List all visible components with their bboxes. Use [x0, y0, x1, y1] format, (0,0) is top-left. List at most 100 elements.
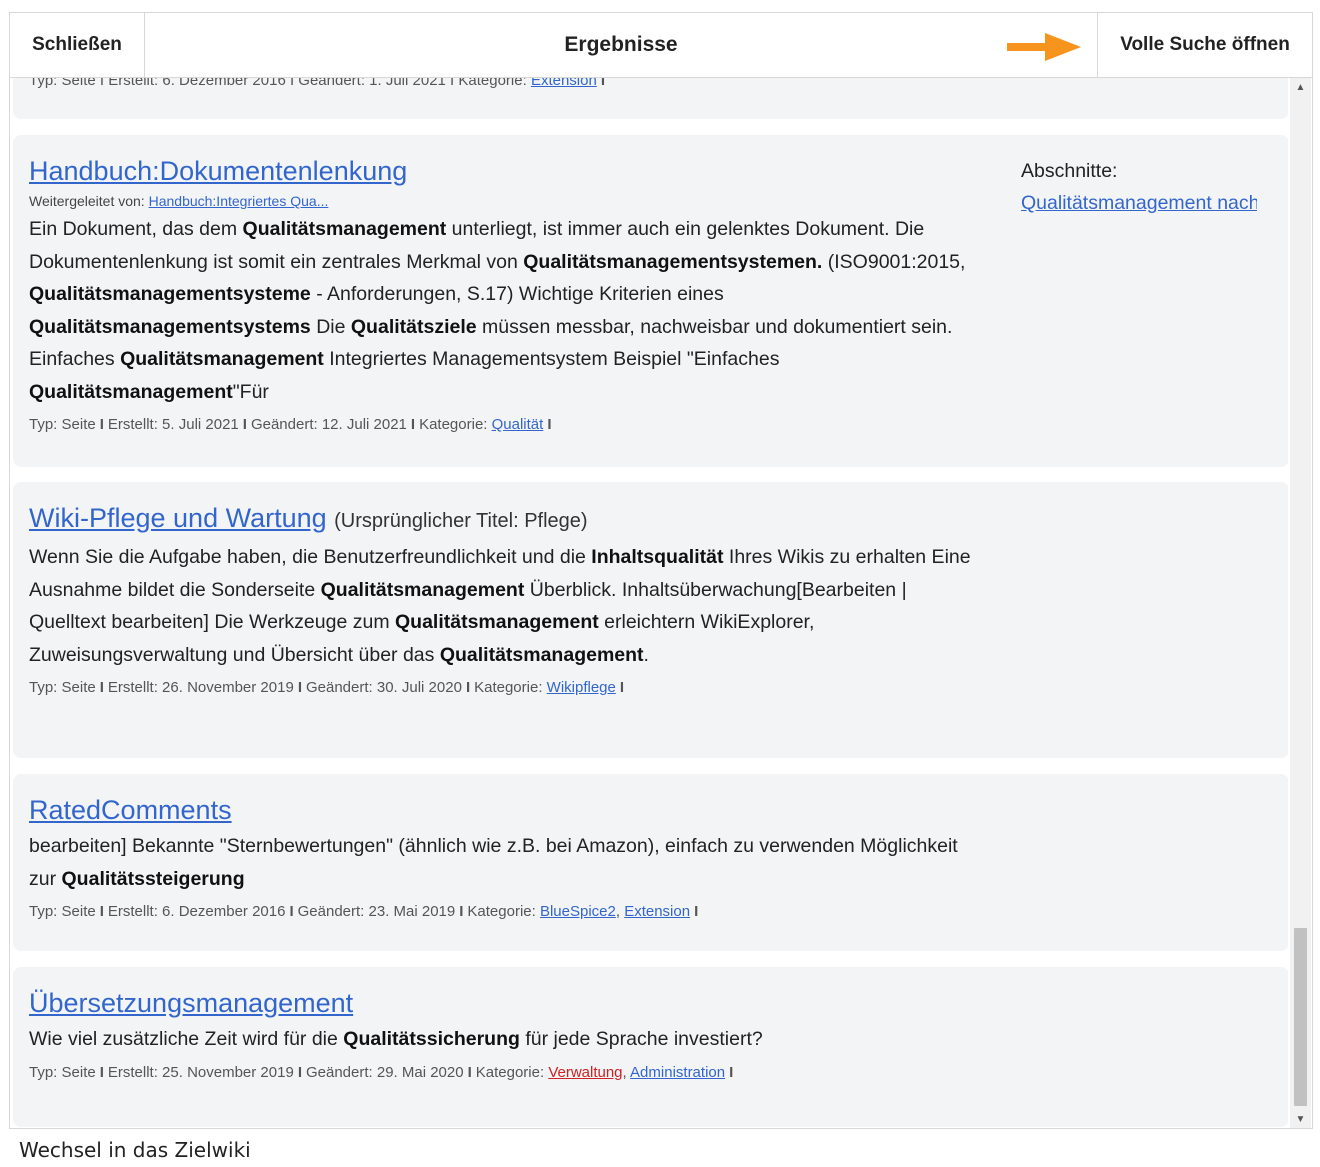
meta-changed: Geändert: 23. Mai 2019	[297, 903, 456, 920]
meta-separator: I	[242, 416, 247, 433]
result-snippet: bearbeiten] Bekannte "Sternbewertungen" …	[29, 830, 974, 895]
meta-changed: Geändert: 12. Juli 2021	[250, 416, 407, 433]
meta-separator: I	[99, 416, 104, 433]
result-card-content: Wiki-Pflege und Wartung (Ursprünglicher …	[13, 482, 1288, 696]
snippet-text: (ISO9001:2015,	[822, 250, 966, 273]
result-card-content: Übersetzungsmanagement Wie viel zusätzlic…	[13, 967, 1288, 1081]
category-link[interactable]: Qualität	[492, 416, 544, 433]
open-full-search-button[interactable]: Volle Suche öffnen	[1097, 13, 1312, 77]
meta-type: Typ: Seite	[29, 416, 96, 433]
meta-changed: Geändert: 30. Juli 2020	[305, 679, 462, 696]
meta-separator: I	[459, 903, 464, 920]
redirect-label: Weitergeleitet von:	[29, 193, 149, 209]
meta-type: Typ: Seite	[29, 679, 96, 696]
search-results-dialog: Schließen Ergebnisse Volle Suche öffnen …	[9, 12, 1313, 1129]
snippet-highlight: Qualitätsmanagementsystemen.	[523, 250, 823, 273]
section-link[interactable]: Qualitätsmanagement nach ISO 9001	[1021, 192, 1257, 214]
result-card: Wiki-Pflege und Wartung (Ursprünglicher …	[13, 482, 1288, 758]
result-card: RatedComments bearbeiten] Bekannte "Stern…	[13, 774, 1288, 951]
dialog-title: Ergebnisse	[145, 13, 1097, 77]
snippet-highlight: Qualitätssteigerung	[61, 867, 245, 890]
meta-separator: I	[729, 1063, 734, 1081]
meta-category_label: Kategorie:	[467, 903, 540, 920]
snippet-highlight: Qualitätsmanagementsystems	[29, 315, 311, 338]
snippet-text: Die	[310, 315, 351, 338]
results-list[interactable]: Typ: Seite I Erstellt: 6. Dezember 2016 …	[10, 78, 1288, 1128]
result-title-link[interactable]: Handbuch:Dokumentenlenkung	[29, 156, 407, 186]
category-link[interactable]: Verwaltung	[548, 1064, 622, 1081]
result-snippet: Wenn Sie die Aufgabe haben, die Benutzer…	[29, 541, 974, 671]
meta-separator: I	[694, 903, 699, 920]
result-title-link[interactable]: RatedComments	[29, 795, 232, 825]
snippet-highlight: Qualitätsmanagement	[29, 380, 233, 403]
snippet-highlight: Inhaltsqualität	[591, 546, 724, 568]
snippet-text: "Für	[232, 380, 269, 403]
snippet-text: Wie viel zusätzliche Zeit wird für die	[29, 1028, 344, 1050]
meta-type: Typ: Seite	[29, 1063, 96, 1081]
meta-created: Erstellt: 5. Juli 2021	[107, 416, 239, 433]
category-link[interactable]: BlueSpice2	[540, 903, 616, 920]
snippet-highlight: Qualitätsmanagement	[242, 218, 447, 240]
close-button[interactable]: Schließen	[10, 13, 145, 77]
meta-category_label: Kategorie:	[475, 1063, 549, 1081]
meta-separator: I	[465, 679, 471, 696]
result-card: Handbuch:Dokumentenlenkung Weitergeleitet…	[13, 135, 1288, 467]
meta-separator: I	[289, 903, 294, 920]
meta-separator: I	[467, 1063, 472, 1081]
redirect-link[interactable]: Handbuch:Integriertes Qua...	[149, 193, 329, 209]
category-link[interactable]: Administration	[630, 1064, 725, 1081]
sections-label: Abschnitte:	[1021, 160, 1118, 182]
meta-created: Erstellt: 26. November 2019	[107, 679, 294, 696]
original-title: (Ursprünglicher Titel: Pflege)	[334, 510, 588, 532]
snippet-text: Wenn Sie die Aufgabe haben, die Benutzer…	[29, 546, 592, 568]
meta-separator: I	[99, 903, 104, 920]
scrollbar-thumb[interactable]	[1294, 928, 1307, 1106]
meta-category_label: Kategorie:	[474, 679, 547, 696]
result-title-line: Wiki-Pflege und Wartung (Ursprünglicher …	[29, 502, 1273, 537]
meta-separator: I	[410, 416, 416, 433]
result-card: Übersetzungsmanagement Wie viel zusätzlic…	[13, 967, 1288, 1127]
result-title-line: RatedComments	[29, 794, 1273, 826]
result-meta: Typ: Seite I Erstellt: 25. November 2019 I G…	[29, 1063, 734, 1081]
result-meta: Typ: Seite I Erstellt: 5. Juli 2021 I Geände…	[29, 416, 1273, 433]
snippet-text: Integriertes Managementsystem Beispiel "…	[323, 348, 780, 370]
snippet-text: für jede Sprache investiert?	[519, 1028, 763, 1050]
meta-changed: Geändert: 29. Mai 2020	[305, 1063, 464, 1081]
snippet-highlight: Qualitätsmanagement	[439, 643, 644, 666]
snippet-text: .	[643, 643, 649, 666]
category-link[interactable]: Extension	[624, 903, 690, 920]
dialog-header: Schließen Ergebnisse Volle Suche öffnen	[10, 13, 1312, 78]
result-meta-partial: Typ: Seite I Erstellt: 6. Dezember 2016 …	[29, 78, 609, 89]
snippet-highlight: Qualitätsmanagement	[320, 578, 525, 601]
meta-separator: I	[297, 679, 302, 696]
result-meta: Typ: Seite I Erstellt: 26. November 2019 I G…	[29, 679, 1273, 696]
meta-text: Typ: Seite I Erstellt: 6. Dezember 2016 …	[29, 78, 531, 89]
dialog-title-text: Ergebnisse	[564, 33, 678, 56]
meta-separator: I	[99, 1063, 104, 1081]
snippet-text: - Anforderungen, S.17) Wichtige Kriterie…	[310, 283, 724, 305]
meta-separator: I	[99, 679, 104, 696]
scroll-down-icon[interactable]: ▼	[1290, 1110, 1311, 1128]
meta-separator: I	[297, 1063, 302, 1081]
meta-separator: I	[600, 78, 605, 89]
result-title-link[interactable]: Übersetzungsmanagement	[29, 988, 353, 1018]
caption: Wechsel in das Zielwiki	[19, 1138, 251, 1162]
category-link[interactable]: Wikipflege	[547, 679, 616, 696]
sections-panel: Abschnitte: Qualitätsmanagement nach ISO …	[1021, 155, 1257, 219]
result-snippet: Ein Dokument, das dem Qualitätsmanagemen…	[29, 213, 974, 408]
snippet-highlight: Qualitätsziele	[350, 315, 477, 338]
result-card-partial: Typ: Seite I Erstellt: 6. Dezember 2016 …	[13, 78, 1288, 119]
result-meta: Typ: Seite I Erstellt: 6. Dezember 2016 I Ge…	[29, 903, 699, 920]
meta-type: Typ: Seite	[29, 903, 96, 920]
category-link[interactable]: Extension	[531, 78, 597, 89]
meta-created: Erstellt: 25. November 2019	[107, 1063, 294, 1081]
arrow-right-icon	[1007, 33, 1081, 61]
scrollbar[interactable]: ▲ ▼	[1290, 78, 1311, 1128]
snippet-highlight: Qualitätssicherung	[343, 1028, 520, 1050]
meta-separator: I	[547, 416, 552, 433]
scroll-up-icon[interactable]: ▲	[1290, 78, 1311, 96]
meta-created: Erstellt: 6. Dezember 2016	[107, 903, 286, 920]
result-title-link[interactable]: Wiki-Pflege und Wartung	[29, 503, 327, 533]
snippet-highlight: Qualitätsmanagement	[120, 348, 324, 370]
result-card-content: RatedComments bearbeiten] Bekannte "Stern…	[13, 774, 1288, 920]
